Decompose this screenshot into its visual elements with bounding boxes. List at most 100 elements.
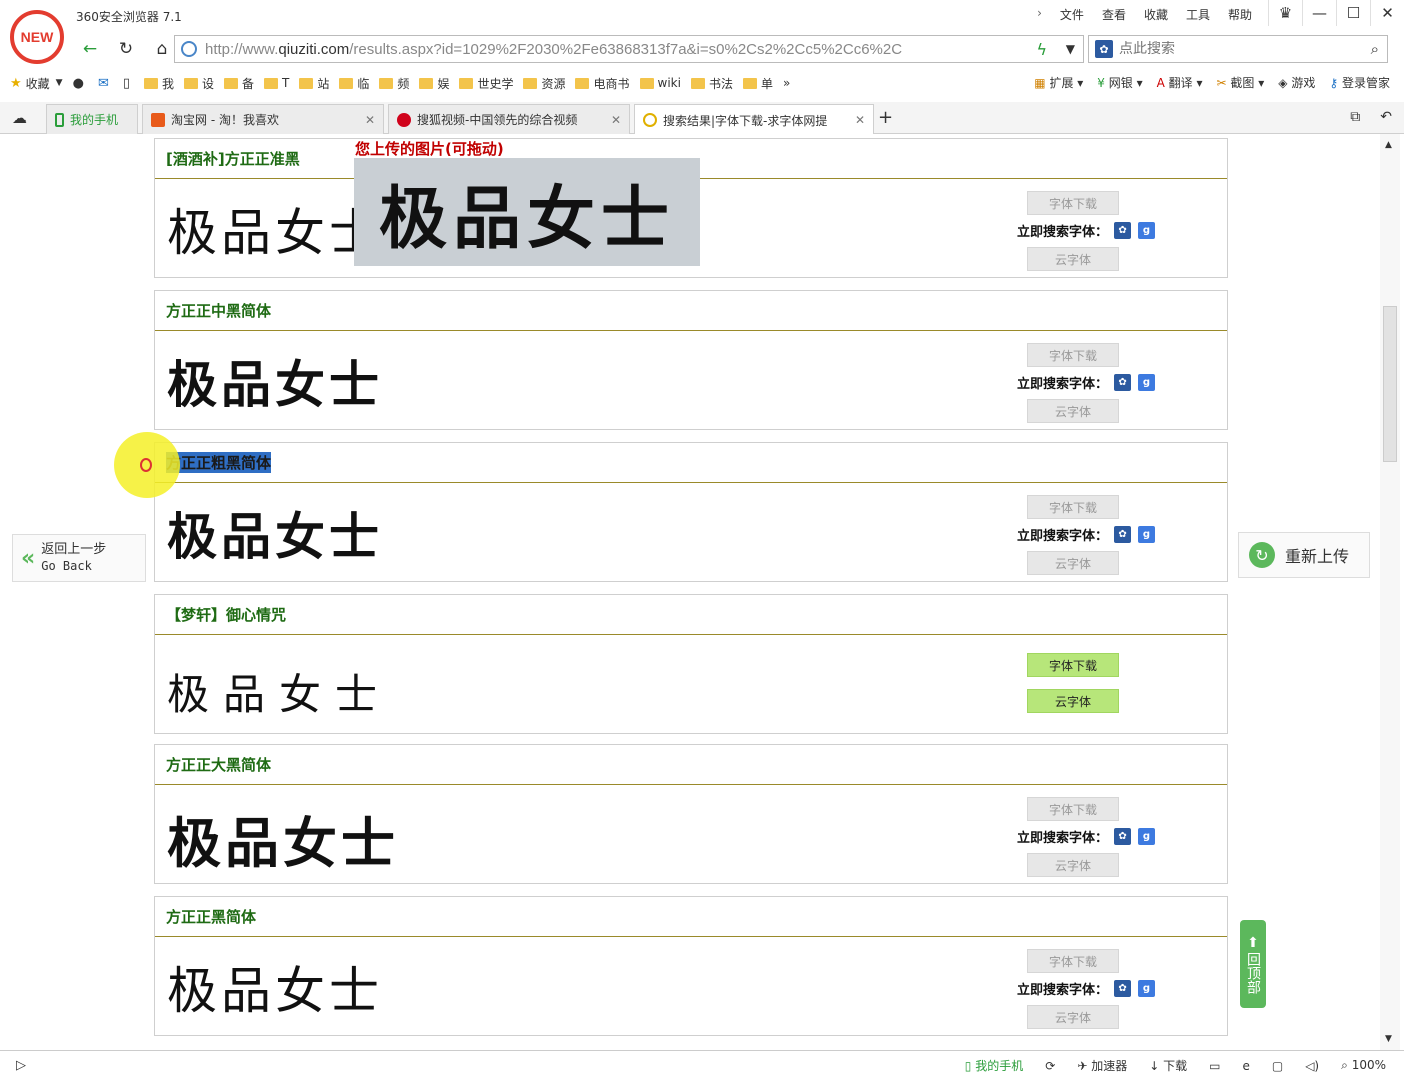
accelerator-status[interactable]: ✈ 加速器 xyxy=(1077,1057,1127,1074)
undo-close-icon[interactable]: ↶ xyxy=(1380,109,1392,125)
bookmark-folder[interactable]: 临 xyxy=(339,75,369,92)
tab-taobao[interactable]: 淘宝网 - 淘！我喜欢 ✕ xyxy=(142,104,384,134)
scroll-down-icon[interactable]: ▼ xyxy=(1385,1034,1392,1044)
bookmark-folder[interactable]: 我 xyxy=(144,75,174,92)
bookmark-folder[interactable]: 电商书 xyxy=(575,75,630,92)
menu-tools[interactable]: 工具 xyxy=(1186,6,1210,23)
restore-tabs-icon[interactable]: ⧉ xyxy=(1350,109,1360,125)
back-arrow-icon[interactable]: ← xyxy=(76,36,104,62)
cloud-font-button[interactable]: 云字体 xyxy=(1027,689,1119,713)
baidu-search-icon[interactable]: ✿ xyxy=(1114,526,1132,543)
bookmark-folder[interactable]: 娱 xyxy=(419,75,449,92)
tab-qiuziti-results[interactable]: 搜索结果|字体下载-求字体网提 ✕ xyxy=(634,104,874,135)
font-name[interactable]: 方正正粗黑简体 xyxy=(155,443,1227,483)
login-manager-button[interactable]: ⚷ 登录管家 xyxy=(1329,74,1390,91)
ie-icon[interactable]: e xyxy=(1242,1059,1249,1073)
home-icon[interactable]: ⌂ xyxy=(148,36,176,62)
cloud-icon[interactable]: ☁ xyxy=(12,109,27,127)
favorites-button[interactable]: ★ 收藏 ▼ xyxy=(10,75,63,92)
bookmarks-more-button[interactable]: » xyxy=(783,76,790,90)
font-download-button[interactable]: 字体下载 xyxy=(1027,949,1119,973)
google-search-icon[interactable]: g xyxy=(1138,374,1156,391)
font-name[interactable]: 【梦轩】御心情咒 xyxy=(155,595,1227,635)
uploaded-image[interactable]: 极品女士 xyxy=(354,158,700,266)
font-download-button[interactable]: 字体下载 xyxy=(1027,191,1119,215)
my-phone-status[interactable]: ▯ 我的手机 xyxy=(965,1057,1023,1074)
google-search-icon[interactable]: g xyxy=(1138,222,1156,239)
bookmark-folder[interactable]: 世史学 xyxy=(459,75,513,92)
font-download-button[interactable]: 字体下载 xyxy=(1027,797,1119,821)
baidu-search-icon[interactable]: ✿ xyxy=(1114,222,1132,239)
speed-mode-icon[interactable]: ϟ xyxy=(1036,40,1047,59)
bank-button[interactable]: ¥ 网银 ▾ xyxy=(1097,74,1142,91)
games-button[interactable]: ◈ 游戏 xyxy=(1278,74,1315,91)
close-tab-icon[interactable]: ✕ xyxy=(611,113,621,127)
skin-icon[interactable]: ♛ xyxy=(1268,0,1302,26)
cloud-font-button[interactable]: 云字体 xyxy=(1027,399,1119,423)
vertical-scrollbar[interactable]: ▲ ▼ xyxy=(1380,134,1400,1050)
new-tab-icon[interactable]: + xyxy=(878,107,893,128)
zoom-control[interactable]: ⌕ 100% xyxy=(1341,1058,1386,1073)
sidebar-toggle-icon[interactable]: ▷ xyxy=(16,1058,26,1073)
baidu-paw-icon[interactable]: ✿ xyxy=(1095,40,1113,58)
volume-icon[interactable]: ◁) xyxy=(1305,1059,1319,1073)
cloud-font-button[interactable]: 云字体 xyxy=(1027,853,1119,877)
translate-button[interactable]: A 翻译 ▾ xyxy=(1157,74,1203,91)
google-search-icon[interactable]: g xyxy=(1138,828,1156,845)
bookmark-mail[interactable]: ✉ xyxy=(98,76,113,91)
google-search-icon[interactable]: g xyxy=(1138,980,1156,997)
close-button[interactable]: ✕ xyxy=(1370,0,1404,26)
search-input[interactable] xyxy=(1119,41,1349,57)
refresh-icon[interactable]: ↻ xyxy=(112,36,140,62)
bookmark-folder[interactable]: T xyxy=(264,76,289,90)
cloud-font-button[interactable]: 云字体 xyxy=(1027,551,1119,575)
tab-my-phone[interactable]: 我的手机 xyxy=(46,104,138,134)
baidu-search-icon[interactable]: ✿ xyxy=(1114,828,1132,845)
bookmark-folder[interactable]: 备 xyxy=(224,75,254,92)
go-back-button[interactable]: « 返回上一步 Go Back xyxy=(12,534,146,582)
google-search-icon[interactable]: g xyxy=(1138,526,1156,543)
chevron-right-icon[interactable]: › xyxy=(1037,6,1042,23)
bookmark-folder[interactable]: 频 xyxy=(379,75,409,92)
baidu-search-icon[interactable]: ✿ xyxy=(1114,980,1132,997)
refresh-status-icon[interactable]: ⟳ xyxy=(1045,1059,1055,1073)
screenshot-button[interactable]: ✂ 截图 ▾ xyxy=(1217,74,1265,91)
extensions-button[interactable]: ▦ 扩展 ▾ xyxy=(1034,74,1083,91)
download-status[interactable]: ↓ 下载 xyxy=(1149,1057,1187,1074)
font-name[interactable]: 方正正大黑简体 xyxy=(155,745,1227,785)
font-name[interactable]: 方正正黑简体 xyxy=(155,897,1227,937)
font-download-button[interactable]: 字体下载 xyxy=(1027,343,1119,367)
bookmark-shield[interactable]: ● xyxy=(73,76,88,91)
bookmark-folder[interactable]: 资源 xyxy=(523,75,565,92)
browser-logo[interactable]: NEW xyxy=(10,10,64,64)
bookmark-page[interactable]: ▯ xyxy=(123,76,134,91)
font-download-button[interactable]: 字体下载 xyxy=(1027,653,1119,677)
scrollbar-thumb[interactable] xyxy=(1383,306,1397,462)
window-icon[interactable]: ▢ xyxy=(1272,1059,1283,1073)
minimize-button[interactable]: — xyxy=(1302,0,1336,26)
menu-view[interactable]: 查看 xyxy=(1102,6,1126,23)
maximize-button[interactable]: ☐ xyxy=(1336,0,1370,26)
menu-file[interactable]: 文件 xyxy=(1060,6,1084,23)
tab-sohu-video[interactable]: 搜狐视频-中国领先的综合视频 ✕ xyxy=(388,104,630,134)
close-tab-icon[interactable]: ✕ xyxy=(365,113,375,127)
font-name[interactable]: 方正正中黑简体 xyxy=(155,291,1227,331)
chat-icon[interactable]: ▭ xyxy=(1209,1059,1220,1073)
back-to-top-button[interactable]: ⬆ 回顶部 xyxy=(1240,920,1266,1008)
chevron-down-icon[interactable]: ▼ xyxy=(1066,42,1075,56)
cloud-font-button[interactable]: 云字体 xyxy=(1027,247,1119,271)
bookmark-folder[interactable]: 书法 xyxy=(690,75,733,92)
cloud-font-button[interactable]: 云字体 xyxy=(1027,1005,1119,1029)
baidu-search-icon[interactable]: ✿ xyxy=(1114,374,1132,391)
bookmark-folder[interactable]: 设 xyxy=(184,75,214,92)
menu-help[interactable]: 帮助 xyxy=(1228,6,1252,23)
address-bar[interactable]: http://www.qiuziti.com/results.aspx?id=1… xyxy=(174,35,1084,63)
scroll-up-icon[interactable]: ▲ xyxy=(1385,140,1392,150)
bookmark-folder[interactable]: 单 xyxy=(742,75,773,92)
close-tab-icon[interactable]: ✕ xyxy=(855,113,865,127)
font-download-button[interactable]: 字体下载 xyxy=(1027,495,1119,519)
reupload-button[interactable]: ↻ 重新上传 xyxy=(1238,532,1370,578)
bookmark-folder[interactable]: 站 xyxy=(299,75,329,92)
bookmark-folder[interactable]: wiki xyxy=(639,76,681,90)
search-icon[interactable]: ⌕ xyxy=(1371,40,1379,58)
